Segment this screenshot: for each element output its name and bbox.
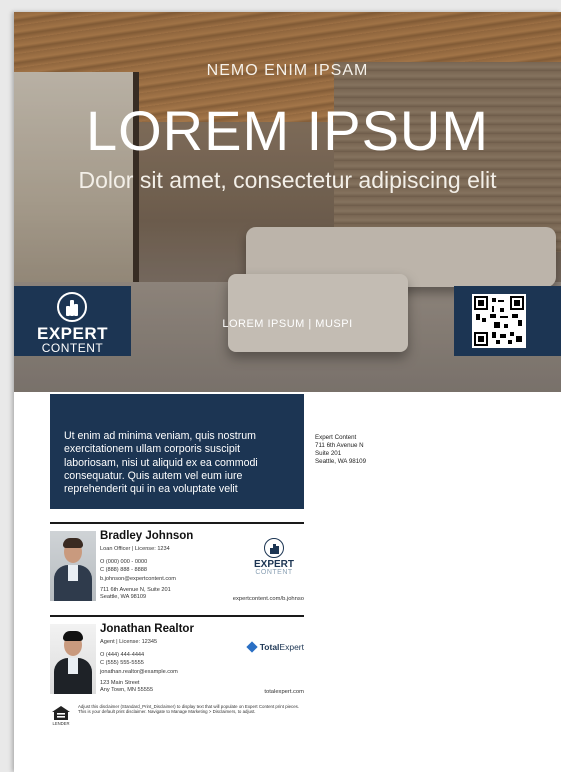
building-logo-icon — [264, 538, 284, 558]
agent-photo — [50, 624, 96, 694]
hero-kicker: NEMO ENIM IPSAM — [206, 62, 369, 79]
equal-housing-icon — [52, 706, 70, 720]
agent-card-jonathan: Jonathan Realtor Agent | License: 12345 … — [50, 615, 304, 699]
diamond-logo-icon — [246, 641, 258, 653]
total-expert-logo: TotalExpert — [246, 641, 304, 653]
agent-address-line1: 711 6th Avenue N, Suite 201 — [100, 587, 171, 593]
agent-website-link[interactable]: expertcontent.com/b.johnso — [233, 596, 304, 602]
building-logo-icon — [57, 292, 87, 322]
agent-email[interactable]: jonathan.realtor@example.com — [100, 669, 178, 675]
agent-email[interactable]: b.johnson@expertcontent.com — [100, 576, 176, 582]
address-line2: 711 6th Avenue N — [315, 442, 364, 449]
hero-subtitle: Dolor sit amet, consectetur adipiscing e… — [78, 167, 497, 193]
expert-content-logo: EXPERT CONTENT — [14, 286, 131, 356]
flyer-page: NEMO ENIM IPSAM LOREM IPSUM Dolor sit am… — [14, 12, 561, 772]
qr-code-icon[interactable] — [472, 294, 526, 348]
disclaimer-text: Adjust this disclaimer (Standard_Print_D… — [78, 704, 300, 715]
agent-office-phone: O (000) 000 - 0000 — [100, 559, 148, 565]
ehl-label: LENDER — [52, 721, 70, 726]
logo-line2: CONTENT — [41, 341, 104, 355]
info-paragraph-box: Ut enim ad minima veniam, quis nostrum e… — [50, 394, 304, 509]
agent-name: Bradley Johnson — [100, 530, 194, 542]
agent-address-line2: Any Town, MN 55555 — [100, 687, 154, 693]
agent-address-line2: Seattle, WA 98109 — [100, 594, 147, 600]
address-line4: Seattle, WA 98109 — [315, 458, 367, 465]
agent-cell-phone: C (888) 888 - 8888 — [100, 567, 147, 573]
equal-housing-lender-logo: LENDER — [50, 706, 72, 728]
company-address: Expert Content 711 6th Avenue N Suite 20… — [315, 434, 366, 466]
hero-banner: NEMO ENIM IPSAM LOREM IPSUM Dolor sit am… — [14, 12, 561, 392]
agent-cell-phone: C (555) 555-5555 — [100, 660, 144, 666]
mini-logo-line2: CONTENT — [255, 569, 293, 576]
agent-title: Loan Officer | License: 1234 — [100, 546, 170, 552]
agent-photo — [50, 531, 96, 601]
agent-card-bradley: Bradley Johnson Loan Officer | License: … — [50, 522, 304, 606]
expert-content-mini-logo: EXPERT CONTENT — [246, 538, 302, 578]
agent-office-phone: O (444) 444-4444 — [100, 652, 145, 658]
agent-address-line1: 123 Main Street — [100, 680, 140, 686]
address-line1: Expert Content — [315, 434, 357, 441]
agent-website-link[interactable]: totalexpert.com — [264, 689, 304, 695]
agent-title: Agent | License: 12345 — [100, 639, 158, 645]
hero-title: LOREM IPSUM — [85, 99, 490, 162]
logo-total-text: Total — [259, 642, 280, 652]
agent-name: Jonathan Realtor — [100, 623, 194, 635]
logo-expert-text: Expert — [279, 642, 304, 652]
qr-code-panel — [454, 286, 561, 356]
address-line3: Suite 201 — [315, 450, 342, 457]
info-paragraph: Ut enim ad minima veniam, quis nostrum e… — [64, 430, 258, 496]
